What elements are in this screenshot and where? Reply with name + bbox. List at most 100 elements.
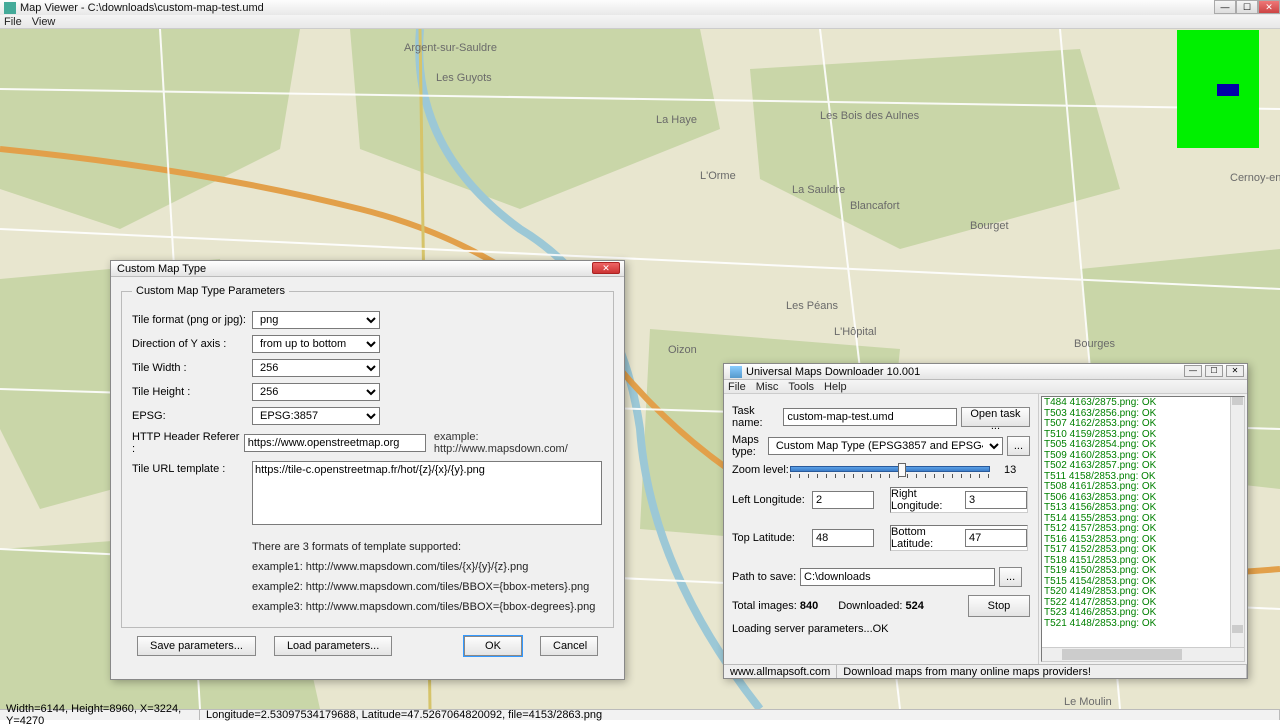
log-line: T508 4161/2853.png: OK xyxy=(1044,482,1242,493)
statusbar-message: Download maps from many online maps prov… xyxy=(837,665,1247,678)
minimap[interactable] xyxy=(1177,30,1259,148)
downloader-menu-file[interactable]: File xyxy=(728,381,746,393)
fieldset-legend: Custom Map Type Parameters xyxy=(132,285,289,297)
example-3: example3: http://www.mapsdown.com/tiles/… xyxy=(252,597,603,617)
downloader-app-icon xyxy=(730,366,742,378)
left-longitude-input[interactable] xyxy=(812,491,874,509)
top-latitude-input[interactable] xyxy=(812,529,874,547)
status-coordinates: Longitude=2.53097534179688, Latitude=47.… xyxy=(200,710,1280,720)
svg-text:Le Moulin: Le Moulin xyxy=(1064,696,1112,708)
minimap-viewport-indicator xyxy=(1217,84,1239,96)
dialog-titlebar[interactable]: Custom Map Type ✕ xyxy=(111,261,624,277)
svg-text:L'Orme: L'Orme xyxy=(700,170,736,182)
window-title: Map Viewer - C:\downloads\custom-map-tes… xyxy=(20,2,1276,14)
dialog-close-button[interactable]: ✕ xyxy=(592,262,620,274)
downloader-titlebar[interactable]: Universal Maps Downloader 10.001 — ☐ ✕ xyxy=(724,364,1247,380)
status-dimensions: Width=6144, Height=8960, X=3224, Y=4270 xyxy=(0,710,200,720)
template-notes: There are 3 formats of template supporte… xyxy=(252,537,603,617)
downloader-menubar: File Misc Tools Help xyxy=(724,380,1247,394)
download-log-panel: T484 4163/2875.png: OKT503 4163/2856.png… xyxy=(1041,396,1245,662)
example-1: example1: http://www.mapsdown.com/tiles/… xyxy=(252,557,603,577)
log-line: T502 4163/2857.png: OK xyxy=(1044,461,1242,472)
path-to-save-input[interactable] xyxy=(800,568,995,586)
downloader-menu-misc[interactable]: Misc xyxy=(756,381,779,393)
parameters-fieldset: Custom Map Type Parameters Tile format (… xyxy=(121,285,614,628)
downloader-close-button[interactable]: ✕ xyxy=(1226,365,1244,377)
close-button[interactable]: ✕ xyxy=(1258,0,1280,14)
menu-view[interactable]: View xyxy=(32,16,56,28)
minimize-button[interactable]: — xyxy=(1214,0,1236,14)
log-vertical-scrollbar[interactable] xyxy=(1230,397,1244,647)
zoom-slider[interactable] xyxy=(790,463,990,477)
referer-input[interactable] xyxy=(244,434,426,452)
dialog-title: Custom Map Type xyxy=(117,263,206,275)
bottom-latitude-input[interactable] xyxy=(965,529,1027,547)
cancel-button[interactable]: Cancel xyxy=(540,636,598,656)
save-parameters-button[interactable]: Save parameters... xyxy=(137,636,256,656)
downloader-maximize-button[interactable]: ☐ xyxy=(1205,365,1223,377)
tile-format-select[interactable]: png xyxy=(252,311,380,329)
log-line: T517 4152/2853.png: OK xyxy=(1044,545,1242,556)
maps-type-browse-button[interactable]: ... xyxy=(1007,436,1030,456)
open-task-button[interactable]: Open task ... xyxy=(961,407,1030,427)
example-2: example2: http://www.mapsdown.com/tiles/… xyxy=(252,577,603,597)
epsg-select[interactable]: EPSG:3857 xyxy=(252,407,380,425)
y-direction-label: Direction of Y axis : xyxy=(132,338,252,350)
svg-text:Les Péans: Les Péans xyxy=(786,300,838,312)
log-horizontal-scrollbar[interactable] xyxy=(1042,647,1244,661)
referer-hint: example: http://www.mapsdown.com/ xyxy=(434,431,603,455)
zoom-slider-thumb[interactable] xyxy=(898,463,906,477)
log-line: T521 4148/2853.png: OK xyxy=(1044,619,1242,630)
ok-button[interactable]: OK xyxy=(464,636,522,656)
tile-height-select[interactable]: 256 xyxy=(252,383,380,401)
tile-width-select[interactable]: 256 xyxy=(252,359,380,377)
y-direction-select[interactable]: from up to bottom xyxy=(252,335,380,353)
downloader-title: Universal Maps Downloader 10.001 xyxy=(746,366,920,378)
log-line: T512 4157/2853.png: OK xyxy=(1044,524,1242,535)
svg-text:Les Guyots: Les Guyots xyxy=(436,72,492,84)
svg-text:Blancafort: Blancafort xyxy=(850,200,900,212)
tile-width-label: Tile Width : xyxy=(132,362,252,374)
main-menubar: File View xyxy=(0,15,1280,29)
log-line: T513 4156/2853.png: OK xyxy=(1044,503,1242,514)
zoom-value: 13 xyxy=(1004,464,1016,476)
log-line: T484 4163/2875.png: OK xyxy=(1044,398,1242,409)
tile-height-label: Tile Height : xyxy=(132,386,252,398)
path-browse-button[interactable]: ... xyxy=(999,567,1022,587)
svg-text:Argent-sur-Sauldre: Argent-sur-Sauldre xyxy=(404,42,497,54)
svg-text:Bourget: Bourget xyxy=(970,220,1009,232)
custom-map-type-dialog: Custom Map Type ✕ Custom Map Type Parame… xyxy=(110,260,625,680)
downloaded-label: Downloaded: 524 xyxy=(838,600,924,612)
svg-text:Bourges: Bourges xyxy=(1074,338,1115,350)
right-longitude-input[interactable] xyxy=(965,491,1027,509)
svg-text:La Haye: La Haye xyxy=(656,114,697,126)
url-template-textarea[interactable]: https://tile-c.openstreetmap.fr/hot/{z}/… xyxy=(252,461,602,525)
load-parameters-button[interactable]: Load parameters... xyxy=(274,636,392,656)
svg-text:La Sauldre: La Sauldre xyxy=(792,184,845,196)
log-line: T520 4149/2853.png: OK xyxy=(1044,587,1242,598)
stop-button[interactable]: Stop xyxy=(968,595,1030,617)
maximize-button[interactable]: ☐ xyxy=(1236,0,1258,14)
downloader-statusbar: www.allmapsoft.com Download maps from ma… xyxy=(724,664,1247,678)
svg-text:L'Hôpital: L'Hôpital xyxy=(834,326,876,338)
app-icon xyxy=(4,2,16,14)
bottom-latitude-label: Bottom Latitude: xyxy=(891,526,965,550)
svg-text:Cernoy-en-Berry: Cernoy-en-Berry xyxy=(1230,172,1280,184)
right-longitude-label: Right Longitude: xyxy=(891,488,965,512)
total-images-label: Total images: 840 xyxy=(732,600,818,612)
maps-type-label: Maps type: xyxy=(732,434,768,458)
top-latitude-label: Top Latitude: xyxy=(732,532,812,544)
maps-type-select[interactable]: Custom Map Type (EPSG3857 and EPSG4326 s… xyxy=(768,437,1003,455)
notes-intro: There are 3 formats of template supporte… xyxy=(252,537,603,557)
downloader-minimize-button[interactable]: — xyxy=(1184,365,1202,377)
downloader-menu-help[interactable]: Help xyxy=(824,381,847,393)
svg-text:Les Bois des Aulnes: Les Bois des Aulnes xyxy=(820,110,920,122)
statusbar-url: www.allmapsoft.com xyxy=(724,665,837,678)
main-window-titlebar: Map Viewer - C:\downloads\custom-map-tes… xyxy=(0,0,1280,15)
menu-file[interactable]: File xyxy=(4,16,22,28)
download-log-list[interactable]: T484 4163/2875.png: OKT503 4163/2856.png… xyxy=(1042,397,1244,630)
tile-format-label: Tile format (png or jpg): xyxy=(132,314,252,326)
epsg-label: EPSG: xyxy=(132,410,252,422)
task-name-input[interactable] xyxy=(783,408,956,426)
downloader-menu-tools[interactable]: Tools xyxy=(788,381,814,393)
